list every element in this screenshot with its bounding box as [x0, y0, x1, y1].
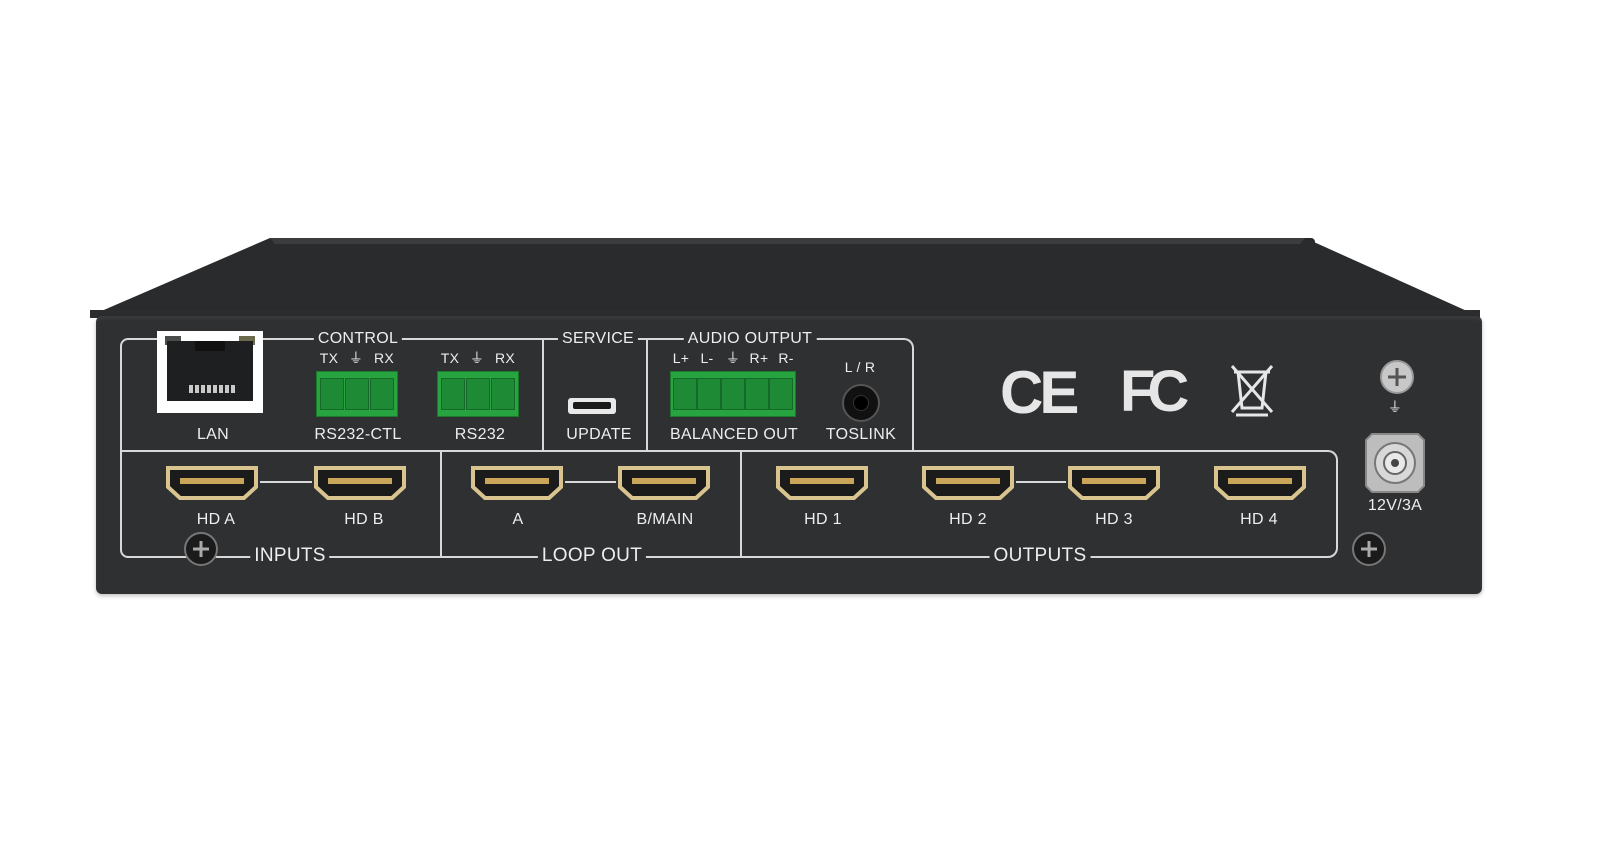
b-main-label: B/MAIN	[636, 511, 694, 528]
hd-a-label: HD A	[196, 511, 236, 528]
hdmi-port-hd1[interactable]	[774, 465, 870, 501]
ground-symbol: ⏚	[1387, 399, 1403, 415]
rs232ctl-rx-label: RX	[373, 350, 395, 366]
balanced-audio-terminal[interactable]	[670, 371, 796, 417]
toslink-port[interactable]	[842, 384, 880, 422]
rs232-terminal[interactable]	[437, 371, 519, 417]
hdmi-port-hd4[interactable]	[1212, 465, 1308, 501]
hdmi-port-hd3[interactable]	[1066, 465, 1162, 501]
hd2-label: HD 2	[949, 511, 987, 528]
usb-update-port[interactable]	[568, 398, 616, 414]
inputs-heading: INPUTS	[250, 545, 330, 567]
update-label: UPDATE	[566, 426, 632, 443]
lr-label: L / R	[844, 359, 876, 375]
rs232-label: RS232	[454, 426, 506, 443]
service-heading: SERVICE	[557, 330, 639, 348]
hdmi-port-loop-b-main[interactable]	[616, 465, 712, 501]
hd1-label: HD 1	[804, 511, 842, 528]
rs232-ctl-terminal[interactable]	[316, 371, 398, 417]
loop-out-heading: LOOP OUT	[537, 545, 647, 567]
lan-port[interactable]	[157, 331, 263, 413]
rs232-rx-label: RX	[494, 350, 516, 366]
rs232-ctl-label: RS232-CTL	[314, 426, 402, 443]
audio-gnd-label: ⏚	[725, 350, 741, 366]
l-minus-label: L-	[700, 350, 714, 366]
l-plus-label: L+	[672, 350, 690, 366]
dc-power-jack[interactable]	[1362, 430, 1428, 496]
control-heading: CONTROL	[313, 330, 403, 348]
lan-label: LAN	[196, 426, 230, 443]
hdmi-port-hd-b[interactable]	[312, 465, 408, 501]
hdmi-port-hd2[interactable]	[920, 465, 1016, 501]
fcc-mark-icon: FC	[1120, 359, 1189, 424]
ground-screw-icon	[1380, 360, 1414, 394]
hd4-label: HD 4	[1240, 511, 1278, 528]
panel-screw-left-icon	[184, 532, 218, 566]
ce-mark-icon: CE	[1000, 359, 1079, 426]
rs232ctl-gnd-label: ⏚	[348, 350, 364, 366]
rs232ctl-tx-label: TX	[319, 350, 339, 366]
balanced-out-label: BALANCED OUT	[669, 426, 799, 443]
r-minus-label: R-	[778, 350, 794, 366]
power-label: 12V/3A	[1367, 497, 1423, 514]
weee-bin-icon	[1230, 365, 1274, 417]
loop-a-label: A	[512, 511, 524, 528]
outputs-heading: OUTPUTS	[989, 545, 1091, 567]
hd-b-label: HD B	[344, 511, 384, 528]
rs232-tx-label: TX	[440, 350, 460, 366]
panel-screw-right-icon	[1352, 532, 1386, 566]
audio-output-heading: AUDIO OUTPUT	[683, 330, 817, 348]
toslink-label: TOSLINK	[825, 426, 897, 443]
rj45-jack-icon	[167, 341, 253, 401]
r-plus-label: R+	[749, 350, 769, 366]
hdmi-port-loop-a[interactable]	[469, 465, 565, 501]
hdmi-port-hd-a[interactable]	[164, 465, 260, 501]
rs232-gnd-label: ⏚	[469, 350, 485, 366]
hd3-label: HD 3	[1095, 511, 1133, 528]
